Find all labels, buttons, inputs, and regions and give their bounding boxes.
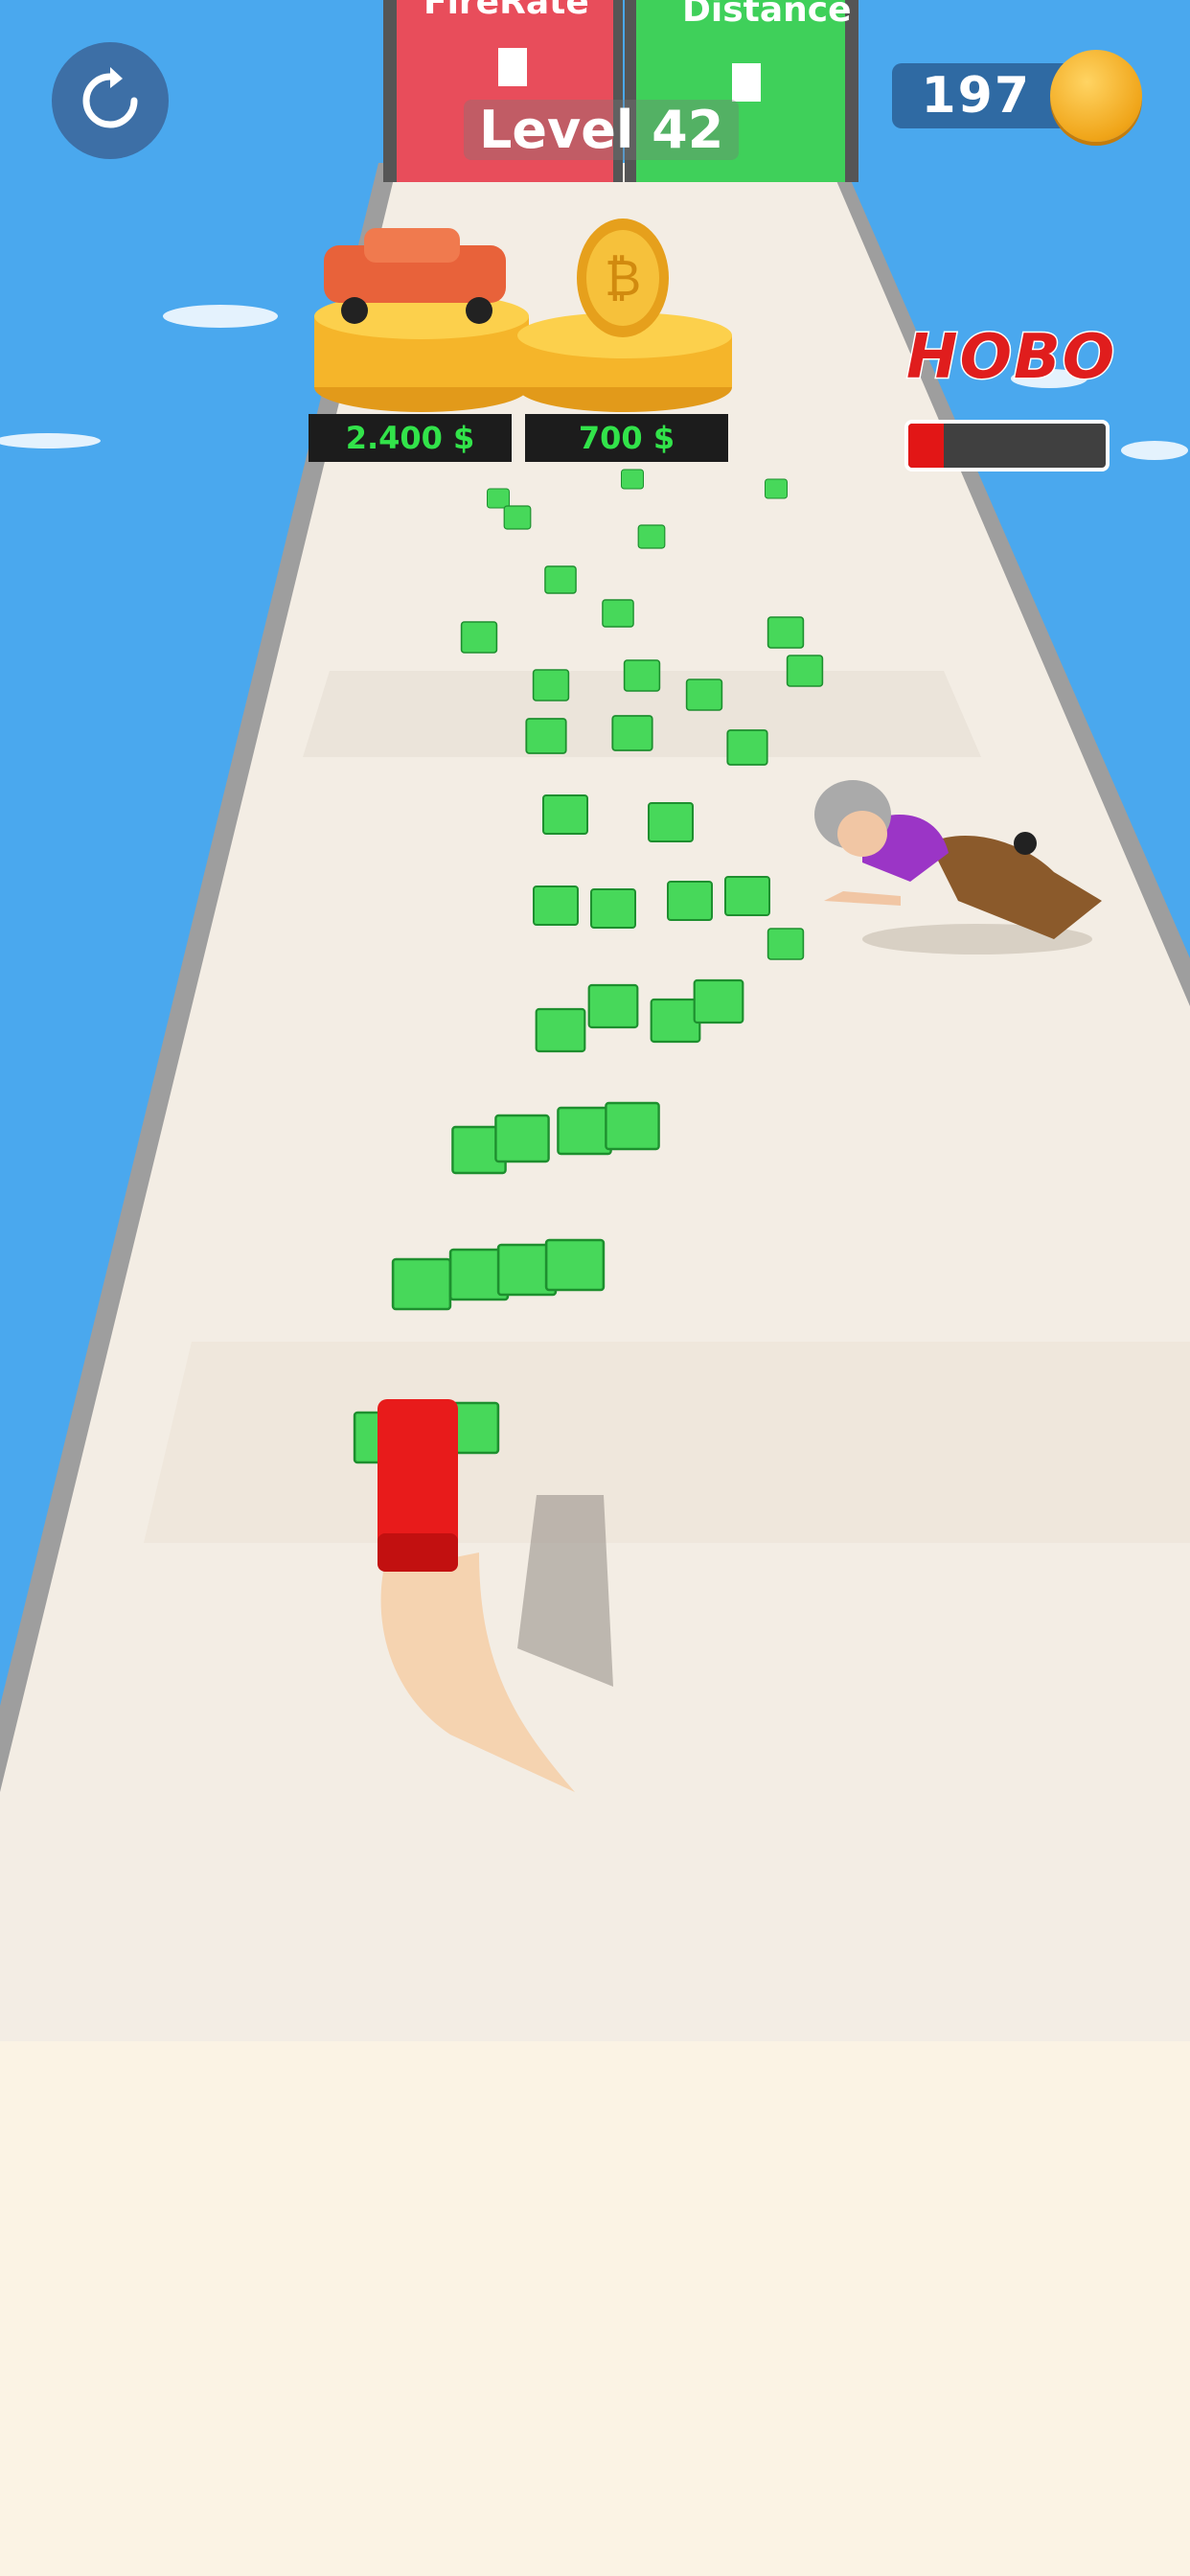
level-label: Level 42: [464, 100, 740, 160]
money-bill: [503, 505, 532, 530]
money-bill: [637, 524, 666, 549]
money-bill: [693, 978, 744, 1024]
money-bill: [650, 998, 701, 1044]
money-bill: [667, 881, 713, 921]
gate-distance-label: Distance: [682, 0, 852, 30]
enemy-name: HOBO: [904, 321, 1117, 395]
car-price-label: 2.400 $: [309, 414, 512, 462]
enemy-health-fill: [908, 424, 945, 468]
money-bill: [621, 469, 644, 490]
gate-fire-rate-label: FireRate: [423, 0, 589, 22]
money-bill: [602, 599, 634, 628]
money-bill: [767, 928, 805, 960]
money-bill: [765, 478, 788, 499]
money-bill: [557, 1106, 612, 1156]
restart-icon: [82, 67, 138, 128]
money-bill: [544, 1238, 606, 1292]
money-bill: [542, 794, 588, 835]
coin-price-label: 700 $: [525, 414, 728, 462]
svg-text:₿: ₿: [605, 250, 642, 308]
money-bill: [623, 659, 661, 692]
money-bill: [525, 718, 567, 754]
money-bill: [533, 886, 579, 926]
money-bill: [605, 1101, 660, 1151]
money-bill: [724, 876, 770, 916]
money-bill: [767, 616, 805, 649]
money-bill: [532, 669, 570, 702]
coin-counter: 197: [892, 50, 1142, 142]
money-bill: [544, 565, 577, 594]
car-pedestal: [314, 228, 529, 412]
money-bill: [494, 1114, 550, 1163]
money-bill: [460, 621, 498, 654]
money-bill: [487, 488, 510, 509]
money-bill: [391, 1257, 452, 1311]
money-bill: [535, 1007, 586, 1053]
money-bill: [590, 888, 636, 929]
money-bill: [648, 802, 694, 842]
money-bill: [786, 655, 824, 687]
restart-button[interactable]: [52, 42, 169, 159]
money-bill: [685, 678, 723, 711]
money-bill: [726, 729, 768, 766]
coin-icon: [1050, 50, 1142, 142]
money-bill: [611, 715, 653, 751]
enemy-health-bar: [904, 420, 1110, 472]
money-bill: [587, 983, 639, 1029]
